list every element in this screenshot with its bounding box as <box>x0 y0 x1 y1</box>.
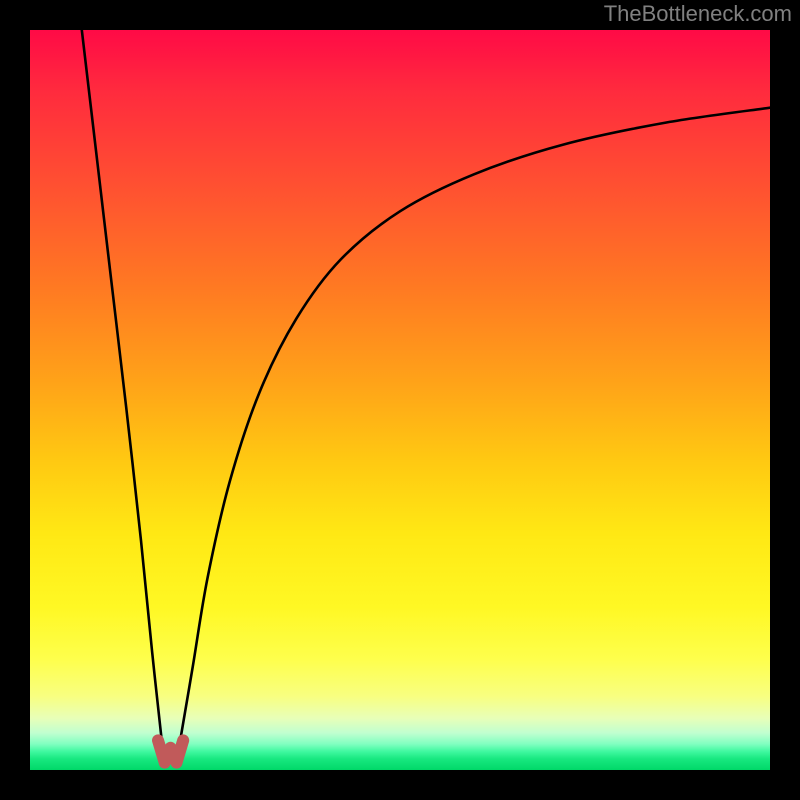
plot-area <box>30 30 770 770</box>
dip-layer <box>30 30 770 770</box>
watermark-text: TheBottleneck.com <box>604 1 792 27</box>
chart-frame: TheBottleneck.com <box>0 0 800 800</box>
optimal-dip-marker <box>158 740 183 762</box>
